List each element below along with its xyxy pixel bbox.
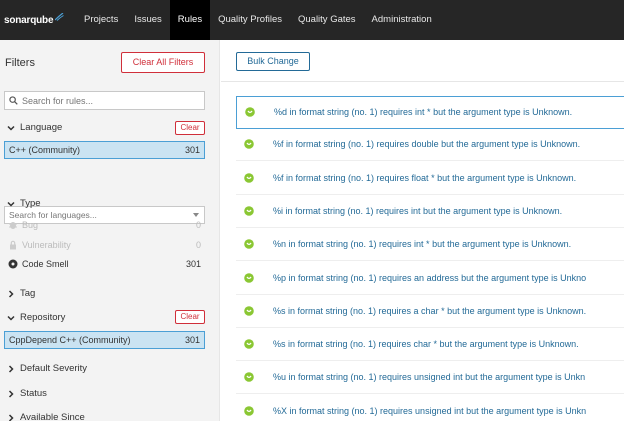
chevron-right-icon <box>8 413 14 421</box>
rule-row[interactable]: %u in format string (no. 1) requires uns… <box>236 362 624 395</box>
code-smell-icon <box>244 339 254 349</box>
facet-tag-label: Tag <box>20 288 36 299</box>
facet-available-since-header[interactable]: Available Since <box>6 412 85 421</box>
rule-row[interactable]: %s in format string (no. 1) requires a c… <box>236 295 624 328</box>
rule-title-link[interactable]: %u in format string (no. 1) requires uns… <box>273 372 585 382</box>
rule-title-link[interactable]: %f in format string (no. 1) requires dou… <box>273 139 580 149</box>
rule-title-link[interactable]: %d in format string (no. 1) requires int… <box>274 107 572 117</box>
sonarqube-logo[interactable]: sonarqube <box>0 0 76 40</box>
facet-status-header[interactable]: Status <box>6 388 47 399</box>
chevron-down-icon <box>7 201 15 207</box>
clear-repository-button[interactable]: Clear <box>175 310 205 324</box>
facet-item-label: Code Smell <box>22 259 69 269</box>
facet-tag-header[interactable]: Tag <box>6 288 35 299</box>
facet-item-label: CppDepend C++ (Community) <box>9 335 131 345</box>
rule-search-box[interactable] <box>4 91 205 110</box>
rule-row[interactable]: %n in format string (no. 1) requires int… <box>236 229 624 262</box>
facet-repository-header[interactable]: Repository <box>6 312 65 323</box>
chevron-down-icon <box>7 315 15 321</box>
facet-default-severity-label: Default Severity <box>20 363 88 374</box>
nav-quality-gates[interactable]: Quality Gates <box>290 0 364 40</box>
facet-type-header[interactable]: Type <box>6 198 41 209</box>
rule-row[interactable]: %f in format string (no. 1) requires flo… <box>236 162 624 195</box>
rules-toolbar: Bulk Change <box>221 40 624 82</box>
rule-row[interactable]: %p in format string (no. 1) requires an … <box>236 262 624 295</box>
chevron-right-icon <box>8 389 14 398</box>
code-smell-icon <box>244 272 254 283</box>
rule-title-link[interactable]: %f in format string (no. 1) requires flo… <box>273 173 576 183</box>
rule-title-link[interactable]: %n in format string (no. 1) requires int… <box>273 239 571 249</box>
filters-title: Filters <box>5 57 35 69</box>
nav-issues[interactable]: Issues <box>126 0 169 40</box>
rule-title-link[interactable]: %s in format string (no. 1) requires cha… <box>273 339 579 349</box>
code-smell-icon <box>244 239 254 249</box>
facet-repository-label: Repository <box>20 312 66 323</box>
logo-text: sonarqube <box>4 14 54 26</box>
rules-main-panel: Bulk Change %d in format string (no. 1) … <box>221 40 624 421</box>
rule-title-link[interactable]: %s in format string (no. 1) requires a c… <box>273 306 586 316</box>
facet-item-count: 0 <box>195 240 201 250</box>
chevron-right-icon <box>8 364 14 373</box>
clear-language-button[interactable]: Clear <box>175 121 205 135</box>
code-smell-icon <box>244 172 254 183</box>
search-icon <box>9 96 18 105</box>
code-smell-icon <box>244 372 254 383</box>
rule-title-link[interactable]: %X in format string (no. 1) requires uns… <box>273 406 586 416</box>
code-smell-icon <box>244 206 254 216</box>
facet-status-label: Status <box>20 388 47 399</box>
rule-row[interactable]: %s in format string (no. 1) requires cha… <box>236 329 624 362</box>
top-navigation-bar: sonarqube Projects Issues Rules Quality … <box>0 0 624 40</box>
facet-item-count: 301 <box>184 145 200 155</box>
chevron-down-icon <box>7 125 15 131</box>
facet-item-count: 301 <box>185 259 201 269</box>
facet-item-label: Bug <box>22 220 39 230</box>
facet-item-type-code-smell[interactable]: Code Smell 301 <box>4 255 205 273</box>
facet-default-severity-header[interactable]: Default Severity <box>6 363 87 374</box>
facet-item-type-vulnerability[interactable]: Vulnerability 0 <box>4 236 205 254</box>
rule-row[interactable]: %X in format string (no. 1) requires uns… <box>236 395 624 421</box>
filters-sidebar: Filters Clear All Filters Language Clear… <box>0 40 220 421</box>
rule-title-link[interactable]: %p in format string (no. 1) requires an … <box>273 273 586 283</box>
facet-item-label: C++ (Community) <box>9 145 81 155</box>
rule-row[interactable]: %i in format string (no. 1) requires int… <box>236 195 624 228</box>
nav-rules[interactable]: Rules <box>169 0 211 40</box>
logo-wave-icon <box>55 13 65 21</box>
nav-quality-profiles[interactable]: Quality Profiles <box>210 0 290 40</box>
chevron-right-icon <box>8 289 14 298</box>
code-smell-icon <box>8 259 18 269</box>
facet-available-since-label: Available Since <box>20 412 85 421</box>
rule-row[interactable]: %d in format string (no. 1) requires int… <box>236 96 624 129</box>
facet-item-language-cpp[interactable]: C++ (Community) 301 <box>4 141 205 159</box>
code-smell-icon <box>244 139 254 150</box>
search-rules-input[interactable] <box>22 95 202 106</box>
facet-item-count: 0 <box>195 220 201 230</box>
rule-title-link[interactable]: %i in format string (no. 1) requires int… <box>273 206 562 216</box>
facet-item-count: 301 <box>184 335 200 345</box>
lock-icon <box>10 240 16 250</box>
code-smell-icon <box>244 305 254 316</box>
bug-icon <box>9 222 17 229</box>
facet-item-repository-cppdepend[interactable]: CppDepend C++ (Community) 301 <box>4 331 205 349</box>
clear-all-filters-button[interactable]: Clear All Filters <box>121 52 205 73</box>
facet-item-label: Vulnerability <box>22 240 71 250</box>
facet-type-label: Type <box>20 198 41 209</box>
bulk-change-button[interactable]: Bulk Change <box>236 52 310 71</box>
nav-administration[interactable]: Administration <box>364 0 440 40</box>
nav-projects[interactable]: Projects <box>76 0 126 40</box>
code-smell-icon <box>245 107 255 117</box>
facet-language-header[interactable]: Language <box>6 122 62 133</box>
rule-row[interactable]: %f in format string (no. 1) requires dou… <box>236 129 624 162</box>
code-smell-icon <box>244 405 254 416</box>
facet-language-label: Language <box>20 122 63 133</box>
facet-item-type-bug[interactable]: Bug 0 <box>4 216 205 234</box>
